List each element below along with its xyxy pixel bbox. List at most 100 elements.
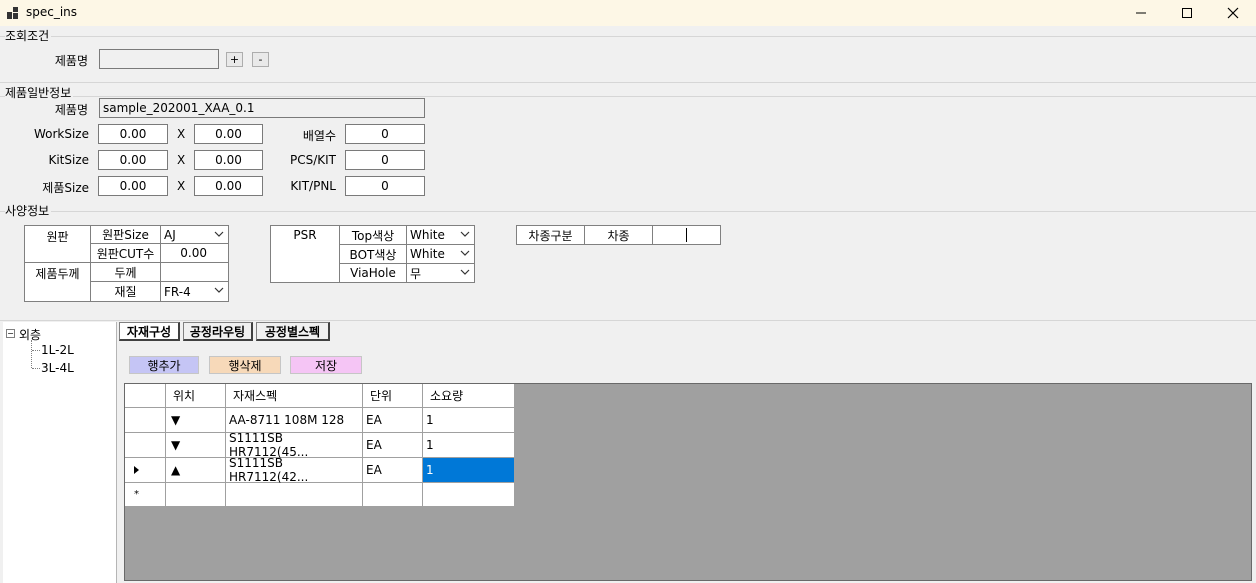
tree-line xyxy=(31,340,32,368)
panel-size-value: AJ xyxy=(164,227,176,242)
grid-cell-unit[interactable]: EA xyxy=(363,433,423,458)
array-count-input[interactable]: 0 xyxy=(345,124,425,144)
maximize-button[interactable] xyxy=(1164,0,1210,26)
bottom-split-border xyxy=(0,320,1256,321)
pcs-kit-input[interactable]: 0 xyxy=(345,150,425,170)
grid-new-cell[interactable] xyxy=(423,483,515,507)
top-color-select[interactable]: White xyxy=(406,225,475,245)
remove-button[interactable]: - xyxy=(252,52,269,67)
thickness-input[interactable] xyxy=(160,262,229,282)
save-button[interactable]: 저장 xyxy=(290,356,362,374)
add-row-button[interactable]: 행추가 xyxy=(129,356,199,374)
grid-cell-qty[interactable]: 1 xyxy=(423,433,515,458)
kit-pnl-label: KIT/PNL xyxy=(290,179,336,193)
panel-cut-label: 원판CUT수 xyxy=(90,243,161,263)
car-input[interactable] xyxy=(652,225,721,245)
bot-color-value: White xyxy=(410,247,445,261)
row-header-new[interactable]: * xyxy=(125,483,166,507)
row-header-current[interactable] xyxy=(125,458,166,483)
kitsize-label: KitSize xyxy=(48,153,89,167)
grid-cell-qty[interactable]: 1 xyxy=(423,408,515,433)
general-product-field[interactable]: sample_202001_XAA_0.1 xyxy=(99,98,425,118)
prodsize-y-input[interactable]: 0.00 xyxy=(194,176,263,196)
worksize-label: WorkSize xyxy=(33,127,89,141)
top-color-value: White xyxy=(410,228,445,242)
grid-new-cell[interactable] xyxy=(363,483,423,507)
query-product-label: 제품명 xyxy=(54,54,88,68)
grid-cell-position[interactable]: ▲ xyxy=(166,458,226,483)
general-group-title: 제품일반정보 xyxy=(5,84,74,101)
panel-cut-input[interactable]: 0.00 xyxy=(160,243,229,263)
grid-cell-position[interactable]: ▼ xyxy=(166,408,226,433)
viahole-select[interactable]: 무 xyxy=(406,263,475,283)
viahole-value: 무 xyxy=(410,266,422,281)
material-value: FR-4 xyxy=(164,284,191,299)
chevron-down-icon xyxy=(460,269,470,275)
minimize-icon xyxy=(1136,12,1146,14)
minimize-button[interactable] xyxy=(1118,0,1164,26)
new-row-icon: * xyxy=(134,489,139,500)
maximize-icon xyxy=(1182,8,1192,18)
panel-size-select[interactable]: AJ xyxy=(160,225,229,244)
grid-cell-unit[interactable]: EA xyxy=(363,458,423,483)
column-header-position[interactable]: 위치 xyxy=(166,384,226,408)
prodsize-label: 제품Size xyxy=(42,181,89,195)
pcs-kit-label: PCS/KIT xyxy=(289,153,336,167)
tab-routing[interactable]: 공정라우팅 xyxy=(183,322,253,341)
kitsize-y-input[interactable]: 0.00 xyxy=(194,150,263,170)
kitsize-x-input[interactable]: 0.00 xyxy=(98,150,168,170)
panel-label: 원판 xyxy=(24,225,91,263)
bot-color-label: BOT색상 xyxy=(339,244,407,264)
psr-label: PSR xyxy=(270,225,340,283)
column-header-spec[interactable]: 자재스펙 xyxy=(226,384,363,408)
grid-new-cell[interactable] xyxy=(166,483,226,507)
grid-cell-qty-selected[interactable]: 1 xyxy=(423,458,515,483)
thickness-group-label: 제품두께 xyxy=(24,262,91,302)
bot-color-select[interactable]: White xyxy=(406,244,475,264)
worksize-x-input[interactable]: 0.00 xyxy=(98,124,168,144)
column-header-qty[interactable]: 소요량 xyxy=(423,384,515,408)
tree-item-1l-2l[interactable]: 1L-2L xyxy=(41,343,74,357)
car-label: 차종 xyxy=(584,225,653,245)
delete-row-button[interactable]: 행삭제 xyxy=(209,356,281,374)
tree-branch xyxy=(32,368,40,369)
layer-tree: − 외층 1L-2L 3L-4L xyxy=(3,322,117,583)
tree-item-3l-4l[interactable]: 3L-4L xyxy=(41,361,74,375)
grid-cell-spec[interactable]: S1111SB HR7112(45... xyxy=(226,431,363,459)
close-button[interactable] xyxy=(1210,0,1256,26)
collapse-icon[interactable]: − xyxy=(6,329,15,338)
chevron-down-icon xyxy=(460,231,470,237)
chevron-down-icon xyxy=(214,231,224,237)
row-header[interactable] xyxy=(125,433,166,458)
material-grid: 위치 자재스펙 단위 소요량 ▼ AA-8711 108M 128 EA 1 ▼… xyxy=(124,383,1252,581)
current-row-icon xyxy=(134,466,139,474)
chevron-down-icon xyxy=(214,287,224,293)
column-header-unit[interactable]: 단위 xyxy=(363,384,423,408)
thickness-label: 두께 xyxy=(90,262,161,282)
title-bar xyxy=(0,0,1256,26)
tab-material[interactable]: 자재구성 xyxy=(119,322,180,341)
window-title: spec_ins xyxy=(26,5,78,19)
material-label: 재질 xyxy=(90,281,161,302)
kitsize-x-sep: X xyxy=(177,153,186,167)
worksize-y-input[interactable]: 0.00 xyxy=(194,124,263,144)
close-icon xyxy=(1227,7,1239,19)
chevron-down-icon xyxy=(460,250,470,256)
material-select[interactable]: FR-4 xyxy=(160,281,229,302)
grid-new-cell[interactable] xyxy=(226,483,363,507)
kit-pnl-input[interactable]: 0 xyxy=(345,176,425,196)
add-button[interactable]: + xyxy=(226,52,243,67)
spec-group-title: 사양정보 xyxy=(5,202,52,219)
grid-cell-unit[interactable]: EA xyxy=(363,408,423,433)
prodsize-x-input[interactable]: 0.00 xyxy=(98,176,168,196)
grid-cell-position[interactable]: ▼ xyxy=(166,433,226,458)
tree-branch xyxy=(32,350,40,351)
grid-cell-spec[interactable]: S1111SB HR7112(42... xyxy=(226,456,363,484)
app-icon xyxy=(6,6,20,20)
tab-process-spec[interactable]: 공정별스펙 xyxy=(256,322,330,341)
grid-cell-spec[interactable]: AA-8711 108M 128 xyxy=(226,408,363,433)
query-group-title: 조회조건 xyxy=(5,27,52,44)
row-header[interactable] xyxy=(125,408,166,433)
query-product-input[interactable] xyxy=(99,49,219,69)
array-count-label: 배열수 xyxy=(302,129,336,143)
